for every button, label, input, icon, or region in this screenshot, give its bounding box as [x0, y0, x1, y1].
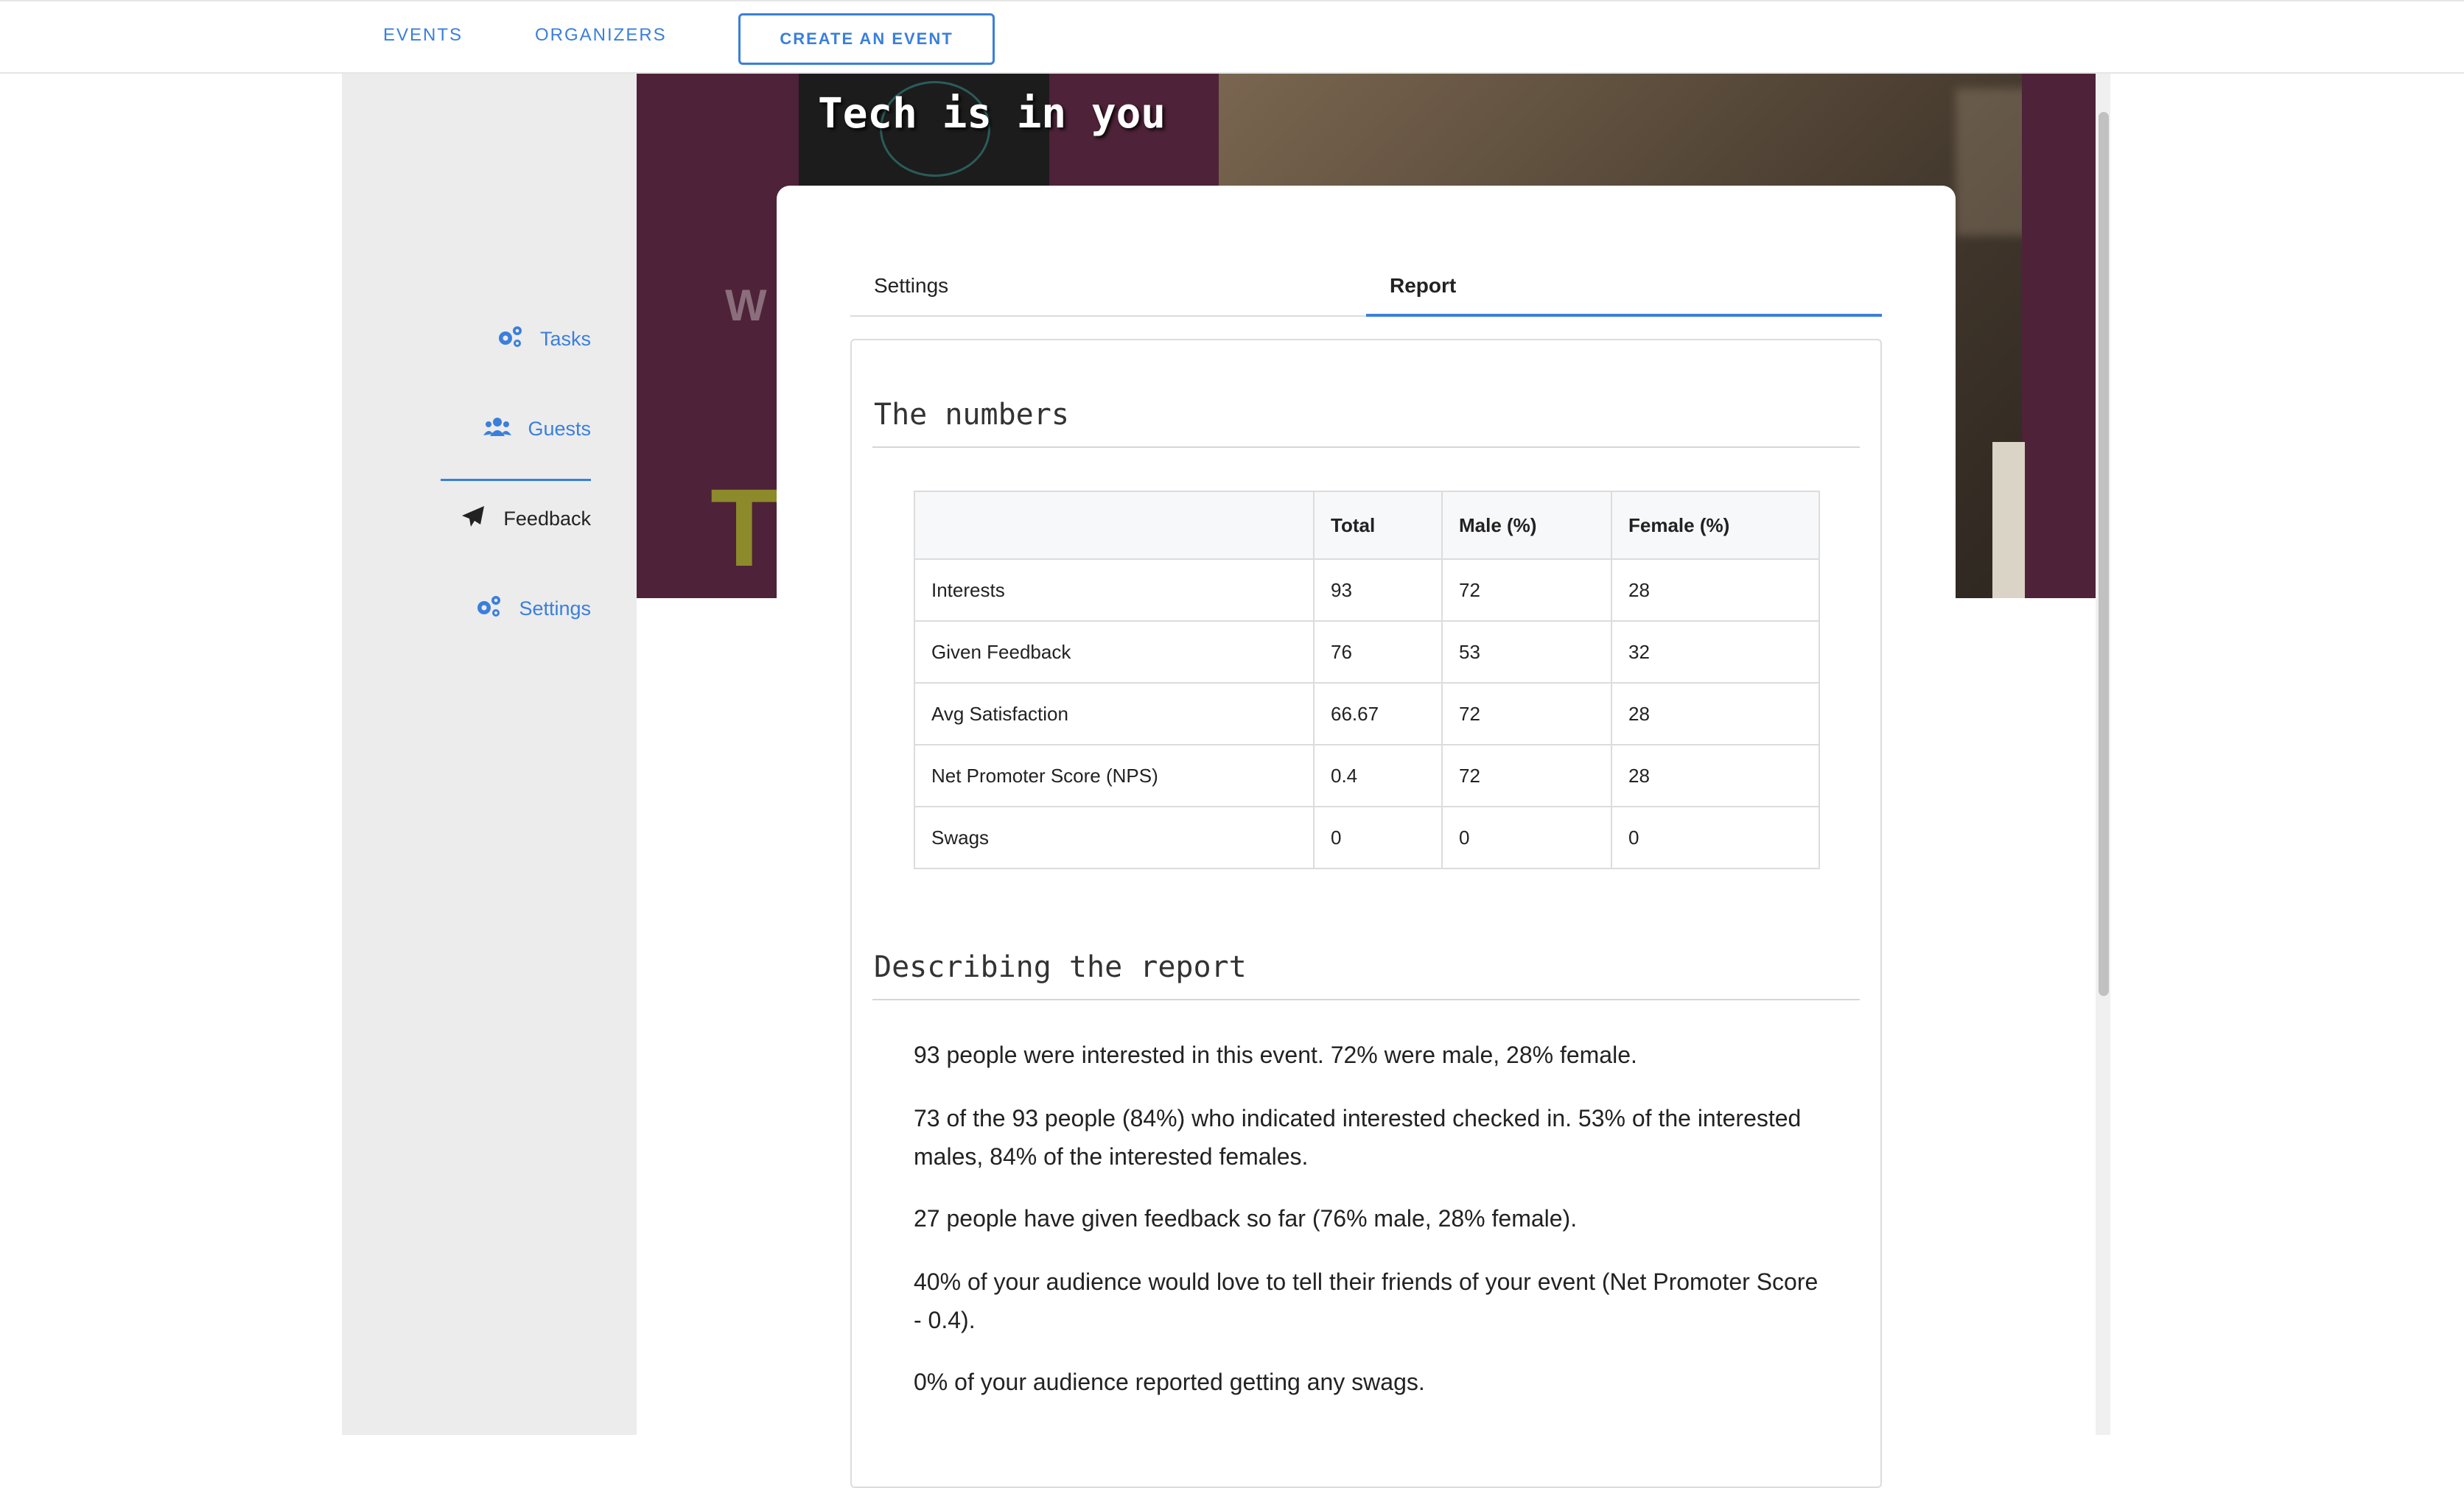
section-divider — [872, 446, 1860, 448]
gears-icon — [496, 324, 524, 354]
row-label: Interests — [914, 558, 1315, 622]
tab-active-indicator — [1366, 314, 1882, 317]
report-panel: The numbers Total Male (%) Female (%) In… — [850, 339, 1882, 1488]
sidebar-item-settings[interactable]: Settings — [475, 594, 591, 624]
report-paragraph: 27 people have given feedback so far (76… — [914, 1205, 1578, 1232]
row-label: Avg Satisfaction — [914, 682, 1315, 745]
table-row: Given Feedback 76 53 32 — [914, 620, 1820, 684]
row-label: Swags — [914, 806, 1315, 869]
paper-plane-icon — [459, 504, 487, 534]
cell-male: 72 — [1441, 744, 1612, 807]
cell-male: 53 — [1441, 620, 1612, 684]
sidebar-item-label: Settings — [519, 597, 591, 620]
sidebar-item-label: Tasks — [539, 328, 591, 350]
sidebar-item-guests[interactable]: Guests — [483, 414, 591, 444]
page-scrollbar[interactable] — [2096, 74, 2110, 1435]
cell-male: 0 — [1441, 806, 1612, 869]
cell-total: 0 — [1313, 806, 1443, 869]
sidebar-item-tasks[interactable]: Tasks — [496, 324, 591, 354]
cell-male: 72 — [1441, 558, 1612, 622]
hero-decoration: T — [710, 466, 778, 589]
table-row: Avg Satisfaction 66.67 72 28 — [914, 682, 1820, 745]
table-row: Interests 93 72 28 — [914, 558, 1820, 622]
section-title-numbers: The numbers — [874, 398, 1069, 432]
top-nav-bar: EVENTS ORGANIZERS CREATE AN EVENT — [0, 0, 2464, 74]
event-title: Tech is in you — [818, 90, 1166, 138]
row-label: Given Feedback — [914, 620, 1315, 684]
table-header-cell — [914, 491, 1315, 560]
nav-link-events[interactable]: EVENTS — [383, 25, 463, 46]
row-label: Net Promoter Score (NPS) — [914, 744, 1315, 807]
report-paragraph: 40% of your audience would love to tell … — [914, 1268, 1819, 1333]
sidebar-item-label: Guests — [528, 418, 591, 440]
nav-link-organizers[interactable]: ORGANIZERS — [535, 25, 667, 46]
tab-settings[interactable]: Settings — [874, 274, 948, 298]
cell-total: 93 — [1313, 558, 1443, 622]
tab-report[interactable]: Report — [1390, 274, 1456, 298]
report-paragraph: 0% of your audience reported getting any… — [914, 1369, 1425, 1395]
table-header-row: Total Male (%) Female (%) — [914, 491, 1820, 560]
report-card: Settings Report The numbers Total Male (… — [777, 186, 1956, 1488]
cell-total: 66.67 — [1313, 682, 1443, 745]
sidebar: Tasks Guests Feedback Settings — [342, 74, 637, 1435]
cell-female: 0 — [1611, 806, 1820, 869]
table-header-cell: Female (%) — [1611, 491, 1820, 560]
cell-female: 28 — [1611, 558, 1820, 622]
cell-total: 0.4 — [1313, 744, 1443, 807]
sidebar-item-feedback[interactable]: Feedback — [459, 504, 591, 534]
cell-total: 76 — [1313, 620, 1443, 684]
report-paragraph: 93 people were interested in this event.… — [914, 1042, 1637, 1068]
table-row: Net Promoter Score (NPS) 0.4 72 28 — [914, 744, 1820, 807]
gears-icon — [475, 594, 503, 624]
cell-female: 28 — [1611, 682, 1820, 745]
section-title-report: Describing the report — [874, 950, 1247, 984]
table-header-cell: Male (%) — [1441, 491, 1612, 560]
table-header-cell: Total — [1313, 491, 1443, 560]
numbers-table: Total Male (%) Female (%) Interests 93 7… — [914, 491, 1820, 869]
create-event-button[interactable]: CREATE AN EVENT — [738, 13, 995, 65]
cell-male: 72 — [1441, 682, 1612, 745]
section-divider — [872, 999, 1860, 1000]
sidebar-active-indicator — [441, 479, 591, 481]
cell-female: 32 — [1611, 620, 1820, 684]
table-row: Swags 0 0 0 — [914, 806, 1820, 869]
scrollbar-thumb[interactable] — [2099, 112, 2109, 996]
report-paragraph: 73 of the 93 people (84%) who indicated … — [914, 1105, 1802, 1170]
sidebar-item-label: Feedback — [503, 508, 591, 530]
hero-decoration: W — [725, 281, 767, 330]
users-icon — [483, 414, 512, 444]
cell-female: 28 — [1611, 744, 1820, 807]
